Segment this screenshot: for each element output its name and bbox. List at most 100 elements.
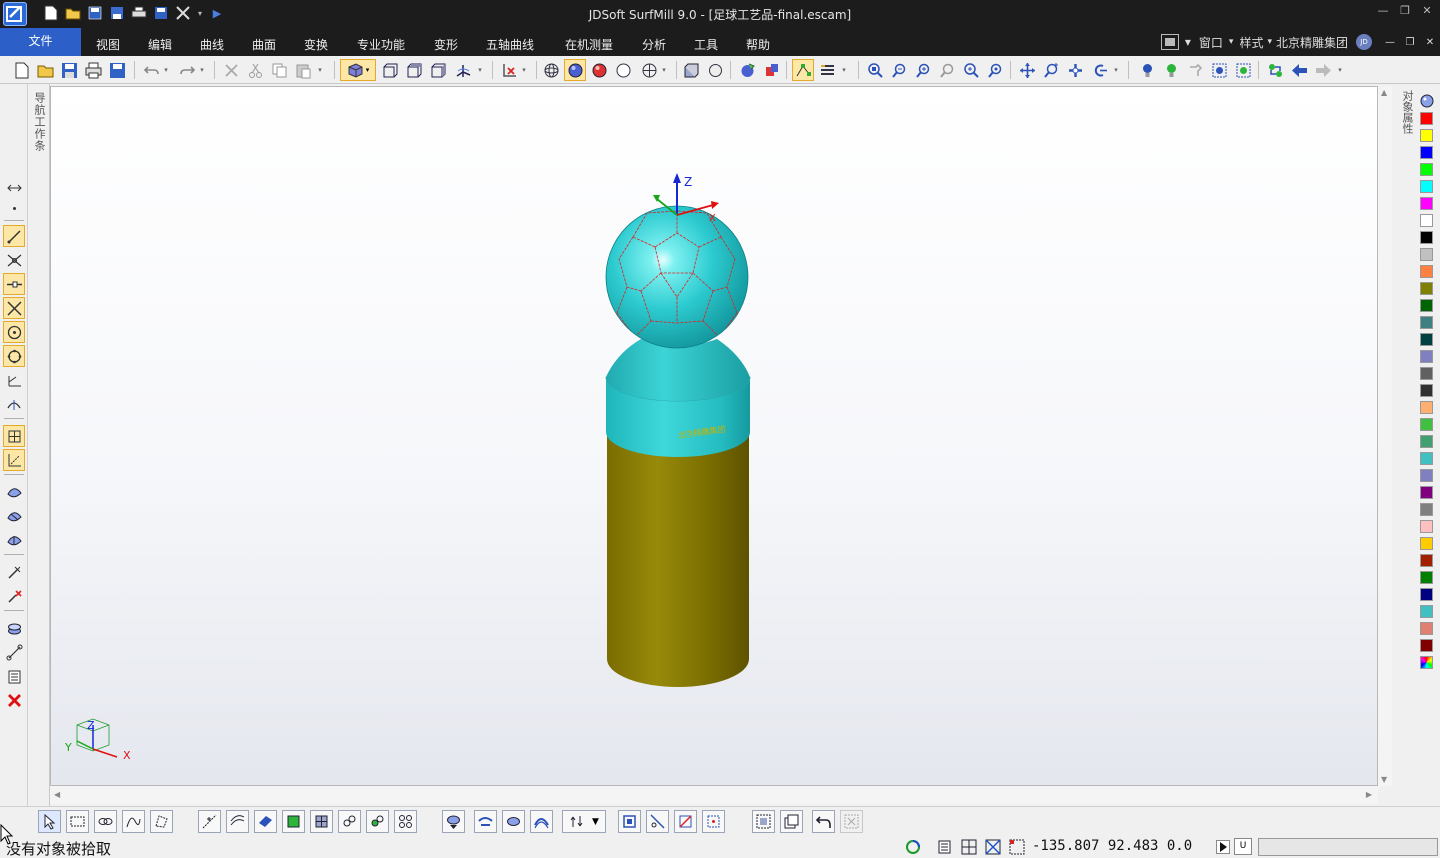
menu-view[interactable]: 视图 [96, 36, 120, 53]
trim-tool-icon[interactable] [3, 249, 25, 271]
cancel-red-x-icon[interactable] [3, 689, 25, 711]
rotate-view-icon[interactable] [1064, 59, 1086, 81]
palette-swatch[interactable] [1420, 622, 1433, 635]
qa-more-icon[interactable]: ▶ [208, 4, 226, 22]
menu-file[interactable]: 文件 [0, 28, 81, 56]
select-polygon-icon[interactable] [150, 810, 173, 833]
menu-transform[interactable]: 变换 [304, 36, 328, 53]
ribbon-collapse-icon[interactable]: ▾ [1185, 35, 1191, 49]
cut-icon[interactable] [244, 59, 266, 81]
zoom-out-icon[interactable] [888, 59, 910, 81]
zoom-selected-icon[interactable] [984, 59, 1006, 81]
view-front-icon[interactable] [378, 59, 400, 81]
menu-deform[interactable]: 变形 [434, 36, 458, 53]
palette-swatch[interactable] [1420, 248, 1433, 261]
palette-swatch[interactable] [1420, 214, 1433, 227]
soccer-ball[interactable] [605, 205, 749, 349]
snap-feature-icon[interactable] [646, 810, 669, 833]
3d-viewport[interactable]: 北京精雕集团 Z X Z X Y [50, 86, 1378, 786]
view-rotate-dropdown-icon[interactable]: ▾ [1110, 59, 1122, 81]
zoom-all-icon[interactable] [960, 59, 982, 81]
palette-swatch[interactable] [1420, 146, 1433, 159]
dimension-tool-icon[interactable] [3, 369, 25, 391]
pick-type-icon[interactable] [502, 810, 525, 833]
palette-swatch[interactable] [1420, 282, 1433, 295]
filter-curve-icon[interactable] [226, 810, 249, 833]
palette-swatch[interactable] [1420, 418, 1433, 431]
select-curve-icon[interactable] [122, 810, 145, 833]
paste-icon[interactable] [292, 59, 314, 81]
scroll-up-arrow-icon[interactable]: ▲ [1381, 88, 1387, 97]
play-status-icon[interactable] [1214, 839, 1231, 855]
pick-layer-icon[interactable] [442, 810, 465, 833]
snap-points-icon[interactable] [792, 59, 814, 81]
palette-swatch[interactable] [1420, 231, 1433, 244]
point-icon[interactable] [3, 200, 25, 216]
palette-swatch[interactable] [1420, 129, 1433, 142]
navigation-workbar-tab[interactable]: 导航工作条 [28, 84, 50, 806]
scroll-right-arrow-icon[interactable]: ▶ [1366, 790, 1372, 799]
view-top-icon[interactable] [402, 59, 424, 81]
palette-swatch[interactable] [1420, 367, 1433, 380]
user-avatar[interactable]: JD [1356, 34, 1372, 50]
redo-dropdown-icon[interactable]: ▾ [196, 59, 208, 81]
dynamic-zoom-icon[interactable] [1040, 59, 1062, 81]
grid-snap-icon[interactable] [3, 425, 25, 447]
palette-swatch[interactable] [1420, 350, 1433, 363]
material-sphere-icon[interactable] [736, 59, 758, 81]
layer-status-icon[interactable] [936, 839, 953, 855]
select-pointer-icon[interactable] [38, 810, 61, 833]
hidden-line-sphere-icon[interactable] [612, 59, 634, 81]
filter-group-icon[interactable] [366, 810, 389, 833]
menu-edit[interactable]: 编辑 [148, 36, 172, 53]
snap-align-icon[interactable] [674, 810, 697, 833]
palette-swatch[interactable] [1420, 316, 1433, 329]
palette-swatch[interactable] [1420, 503, 1433, 516]
menu-tools[interactable]: 工具 [694, 36, 718, 53]
undo-dropdown-icon[interactable]: ▾ [160, 59, 172, 81]
surface-blend-icon[interactable] [3, 481, 25, 503]
palette-swatch[interactable] [1420, 299, 1433, 312]
filter-point-icon[interactable] [198, 810, 221, 833]
bounding-box-green-icon[interactable] [1232, 59, 1254, 81]
snap-grid-icon[interactable] [618, 810, 641, 833]
palette-more-colors-icon[interactable] [1420, 656, 1433, 669]
palette-swatch[interactable] [1420, 197, 1433, 210]
palette-swatch[interactable] [1420, 435, 1433, 448]
zoom-window-icon[interactable] [864, 59, 886, 81]
menu-professional[interactable]: 专业功能 [357, 36, 405, 53]
view-side-icon[interactable] [426, 59, 448, 81]
palette-swatch[interactable] [1420, 163, 1433, 176]
clear-select-icon[interactable] [840, 810, 863, 833]
palette-swatch[interactable] [1420, 588, 1433, 601]
select-box-icon[interactable] [66, 810, 89, 833]
scene-canvas[interactable]: 北京精雕集团 Z X Z X Y [51, 87, 1379, 787]
restore-icon[interactable]: ❐ [1394, 4, 1416, 17]
object-properties-tab[interactable]: 对象属性 [1399, 90, 1415, 134]
mdi-minimize-icon[interactable]: — [1380, 37, 1400, 48]
circle-tool-icon[interactable] [3, 321, 25, 343]
delete-icon[interactable] [220, 59, 242, 81]
intersect-tool-icon[interactable] [3, 297, 25, 319]
snap-status-icon[interactable] [1008, 839, 1025, 855]
ortho-status-icon[interactable] [984, 839, 1001, 855]
select-filter-dropdown-icon[interactable]: ▾ [518, 59, 530, 81]
filter-mesh-icon[interactable] [310, 810, 333, 833]
palette-swatch[interactable] [1420, 265, 1433, 278]
view-axis-icon[interactable] [452, 59, 474, 81]
zoom-previous-icon[interactable] [936, 59, 958, 81]
new-icon[interactable] [10, 59, 32, 81]
unit-toggle-button[interactable]: U [1234, 838, 1252, 855]
layer-stack-icon[interactable] [3, 617, 25, 639]
circle-outline-icon[interactable] [704, 59, 726, 81]
forward-arrow-icon[interactable] [1312, 59, 1334, 81]
open-file-icon[interactable] [64, 4, 82, 22]
pan-icon[interactable] [1016, 59, 1038, 81]
refresh-status-icon[interactable] [904, 839, 921, 855]
print-icon[interactable] [130, 4, 148, 22]
snap-center-icon[interactable] [702, 810, 725, 833]
mdi-close-icon[interactable]: ✕ [1420, 37, 1440, 48]
view-dropdown-icon[interactable]: ▾ [474, 59, 486, 81]
surface-sweep-icon[interactable] [3, 529, 25, 551]
pick-delete-icon[interactable] [3, 585, 25, 607]
